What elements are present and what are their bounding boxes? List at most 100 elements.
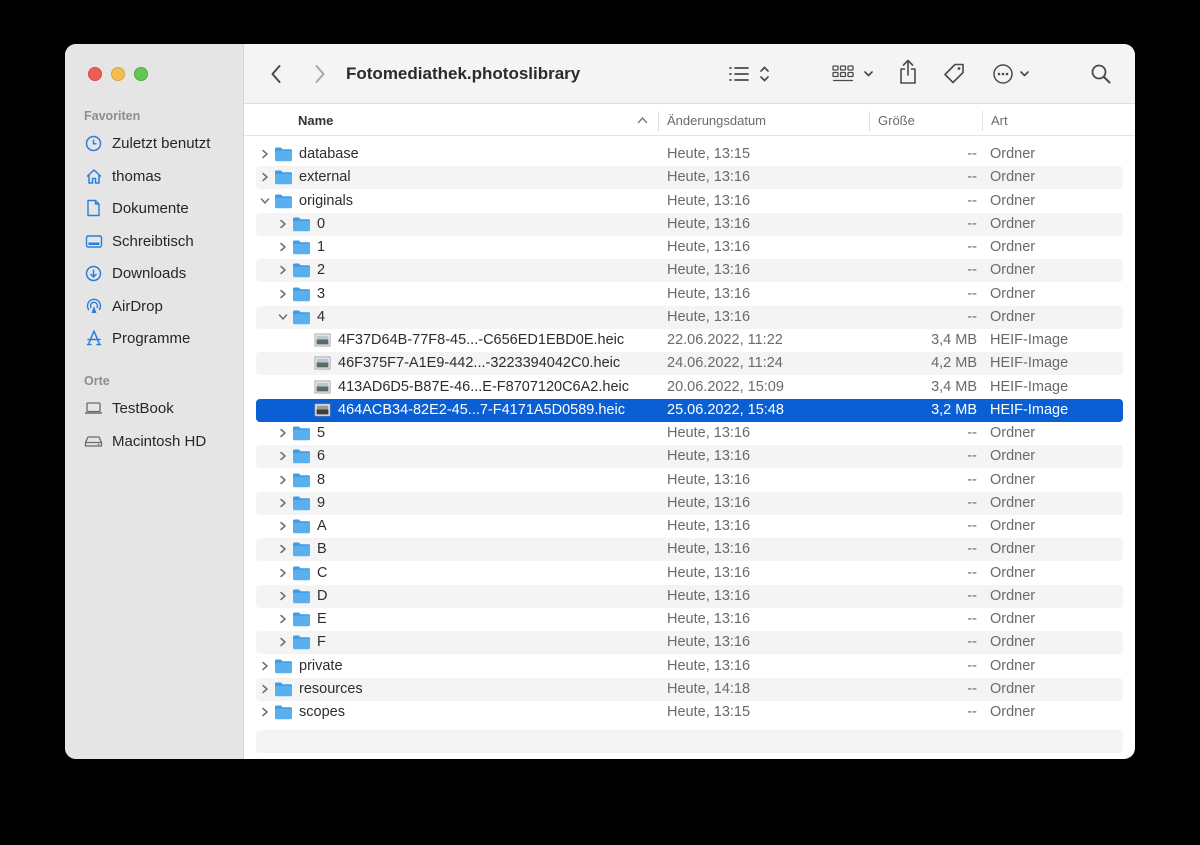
folder-row[interactable]: 6 Heute, 13:16 -- Ordner <box>256 445 1123 468</box>
chevron-left-icon <box>271 65 281 83</box>
sidebar-item-testbook[interactable]: TestBook <box>84 396 174 420</box>
item-name: 5 <box>317 425 326 441</box>
tag-button[interactable] <box>942 62 966 86</box>
column-divider[interactable] <box>658 111 659 131</box>
sidebar-item-documents[interactable]: Dokumente <box>84 196 189 220</box>
item-kind: Ordner <box>990 146 1036 162</box>
share-button[interactable] <box>898 59 918 84</box>
disclosure-chevron-right-icon[interactable] <box>260 149 270 159</box>
sidebar-item-desktop[interactable]: Schreibtisch <box>84 229 194 253</box>
item-size: -- <box>967 239 977 255</box>
item-name: private <box>299 658 343 674</box>
sidebar-item-home[interactable]: thomas <box>84 164 161 188</box>
disclosure-chevron-right-icon[interactable] <box>278 265 288 275</box>
more-actions-button[interactable] <box>992 62 1034 86</box>
chevron-up-icon <box>637 116 648 124</box>
disclosure-chevron-right-icon[interactable] <box>260 684 270 694</box>
disclosure-chevron-right-icon[interactable] <box>260 707 270 717</box>
folder-row[interactable]: resources Heute, 14:18 -- Ordner <box>256 678 1123 701</box>
disclosure-chevron-right-icon[interactable] <box>260 661 270 671</box>
sidebar-item-applications[interactable]: Programme <box>84 326 190 350</box>
column-divider[interactable] <box>869 111 870 131</box>
item-date: Heute, 13:16 <box>667 611 751 627</box>
view-options-button[interactable] <box>728 62 774 86</box>
file-row[interactable]: 46F375F7-A1E9-442...-3223394042C0.heic 24… <box>256 352 1123 375</box>
folder-row[interactable]: 9 Heute, 13:16 -- Ordner <box>256 492 1123 515</box>
disclosure-chevron-right-icon[interactable] <box>278 242 288 252</box>
file-row[interactable]: 413AD6D5-B87E-46...E-F8707120C6A2.heic 20… <box>256 376 1123 399</box>
close-window-button[interactable] <box>88 67 102 81</box>
folder-row[interactable]: 8 Heute, 13:16 -- Ordner <box>256 469 1123 492</box>
folder-icon <box>293 473 310 488</box>
folder-row[interactable]: B Heute, 13:16 -- Ordner <box>256 538 1123 561</box>
sidebar-item-downloads[interactable]: Downloads <box>84 261 186 285</box>
column-header-name[interactable]: Name <box>298 113 333 128</box>
folder-row[interactable]: scopes Heute, 13:15 -- Ordner <box>256 701 1123 724</box>
folder-row[interactable]: 3 Heute, 13:16 -- Ordner <box>256 283 1123 306</box>
folder-row[interactable]: A Heute, 13:16 -- Ordner <box>256 515 1123 538</box>
folder-icon <box>293 240 310 255</box>
list-view-icon <box>729 66 769 82</box>
sidebar-item-label: Zuletzt benutzt <box>112 134 211 152</box>
sidebar-item-recents[interactable]: Zuletzt benutzt <box>84 131 210 155</box>
folder-row[interactable]: 0 Heute, 13:16 -- Ordner <box>256 213 1123 236</box>
file-row[interactable]: 4F37D64B-77F8-45...-C656ED1EBD0E.heic 22.… <box>256 329 1123 352</box>
folder-row[interactable]: database Heute, 13:15 -- Ordner <box>256 143 1123 166</box>
window-title: Fotomediathek.photoslibrary <box>346 64 581 83</box>
folder-icon <box>275 194 292 209</box>
disclosure-chevron-right-icon[interactable] <box>278 521 288 531</box>
disclosure-chevron-right-icon[interactable] <box>278 428 288 438</box>
folder-row[interactable]: external Heute, 13:16 -- Ordner <box>256 166 1123 189</box>
folder-row[interactable]: 2 Heute, 13:16 -- Ordner <box>256 259 1123 282</box>
disclosure-chevron-right-icon[interactable] <box>278 498 288 508</box>
download-icon <box>84 264 103 283</box>
item-name: database <box>299 146 359 162</box>
image-thumbnail-icon <box>314 380 331 394</box>
item-kind: Ordner <box>990 611 1036 627</box>
folder-row[interactable]: D Heute, 13:16 -- Ordner <box>256 585 1123 608</box>
file-row[interactable]: 464ACB34-82E2-45...7-F4171A5D0589.heic 25… <box>256 399 1123 422</box>
item-date: 20.06.2022, 15:09 <box>667 379 784 395</box>
folder-row[interactable]: private Heute, 13:16 -- Ordner <box>256 655 1123 678</box>
forward-button[interactable] <box>310 62 330 86</box>
item-date: Heute, 13:16 <box>667 518 751 534</box>
disclosure-chevron-right-icon[interactable] <box>278 591 288 601</box>
folder-row[interactable]: 4 Heute, 13:16 -- Ordner <box>256 306 1123 329</box>
disclosure-chevron-down-icon[interactable] <box>278 312 288 322</box>
column-header-kind[interactable]: Art <box>991 113 1008 128</box>
sidebar-item-airdrop[interactable]: AirDrop <box>84 294 163 318</box>
disclosure-chevron-right-icon[interactable] <box>278 475 288 485</box>
back-button[interactable] <box>266 62 286 86</box>
folder-row[interactable]: F Heute, 13:16 -- Ordner <box>256 631 1123 654</box>
disclosure-chevron-right-icon[interactable] <box>278 289 288 299</box>
item-date: Heute, 13:16 <box>667 425 751 441</box>
image-thumbnail-icon <box>314 403 331 417</box>
item-kind: Ordner <box>990 239 1036 255</box>
search-icon <box>1091 64 1111 84</box>
column-header-date[interactable]: Änderungsdatum <box>667 113 766 128</box>
zoom-window-button[interactable] <box>134 67 148 81</box>
disclosure-chevron-right-icon[interactable] <box>278 544 288 554</box>
column-divider[interactable] <box>982 111 983 131</box>
disclosure-chevron-right-icon[interactable] <box>278 568 288 578</box>
grid-group-icon <box>832 65 873 82</box>
minimize-window-button[interactable] <box>111 67 125 81</box>
folder-row[interactable]: originals Heute, 13:16 -- Ordner <box>256 190 1123 213</box>
home-icon <box>84 167 103 186</box>
folder-row[interactable]: E Heute, 13:16 -- Ordner <box>256 608 1123 631</box>
folder-row[interactable]: 5 Heute, 13:16 -- Ordner <box>256 422 1123 445</box>
disclosure-chevron-right-icon[interactable] <box>278 637 288 647</box>
disclosure-chevron-right-icon[interactable] <box>260 172 270 182</box>
search-button[interactable] <box>1090 62 1112 86</box>
disclosure-chevron-right-icon[interactable] <box>278 451 288 461</box>
disclosure-chevron-down-icon[interactable] <box>260 196 270 206</box>
folder-row[interactable]: C Heute, 13:16 -- Ordner <box>256 562 1123 585</box>
sidebar-item-macintosh-hd[interactable]: Macintosh HD <box>84 429 206 453</box>
group-button[interactable] <box>832 62 876 86</box>
disclosure-chevron-right-icon[interactable] <box>278 614 288 624</box>
disclosure-chevron-right-icon[interactable] <box>278 219 288 229</box>
column-header-size[interactable]: Größe <box>878 113 915 128</box>
folder-row[interactable]: 1 Heute, 13:16 -- Ordner <box>256 236 1123 259</box>
item-size: -- <box>967 611 977 627</box>
apps-icon <box>84 329 103 348</box>
